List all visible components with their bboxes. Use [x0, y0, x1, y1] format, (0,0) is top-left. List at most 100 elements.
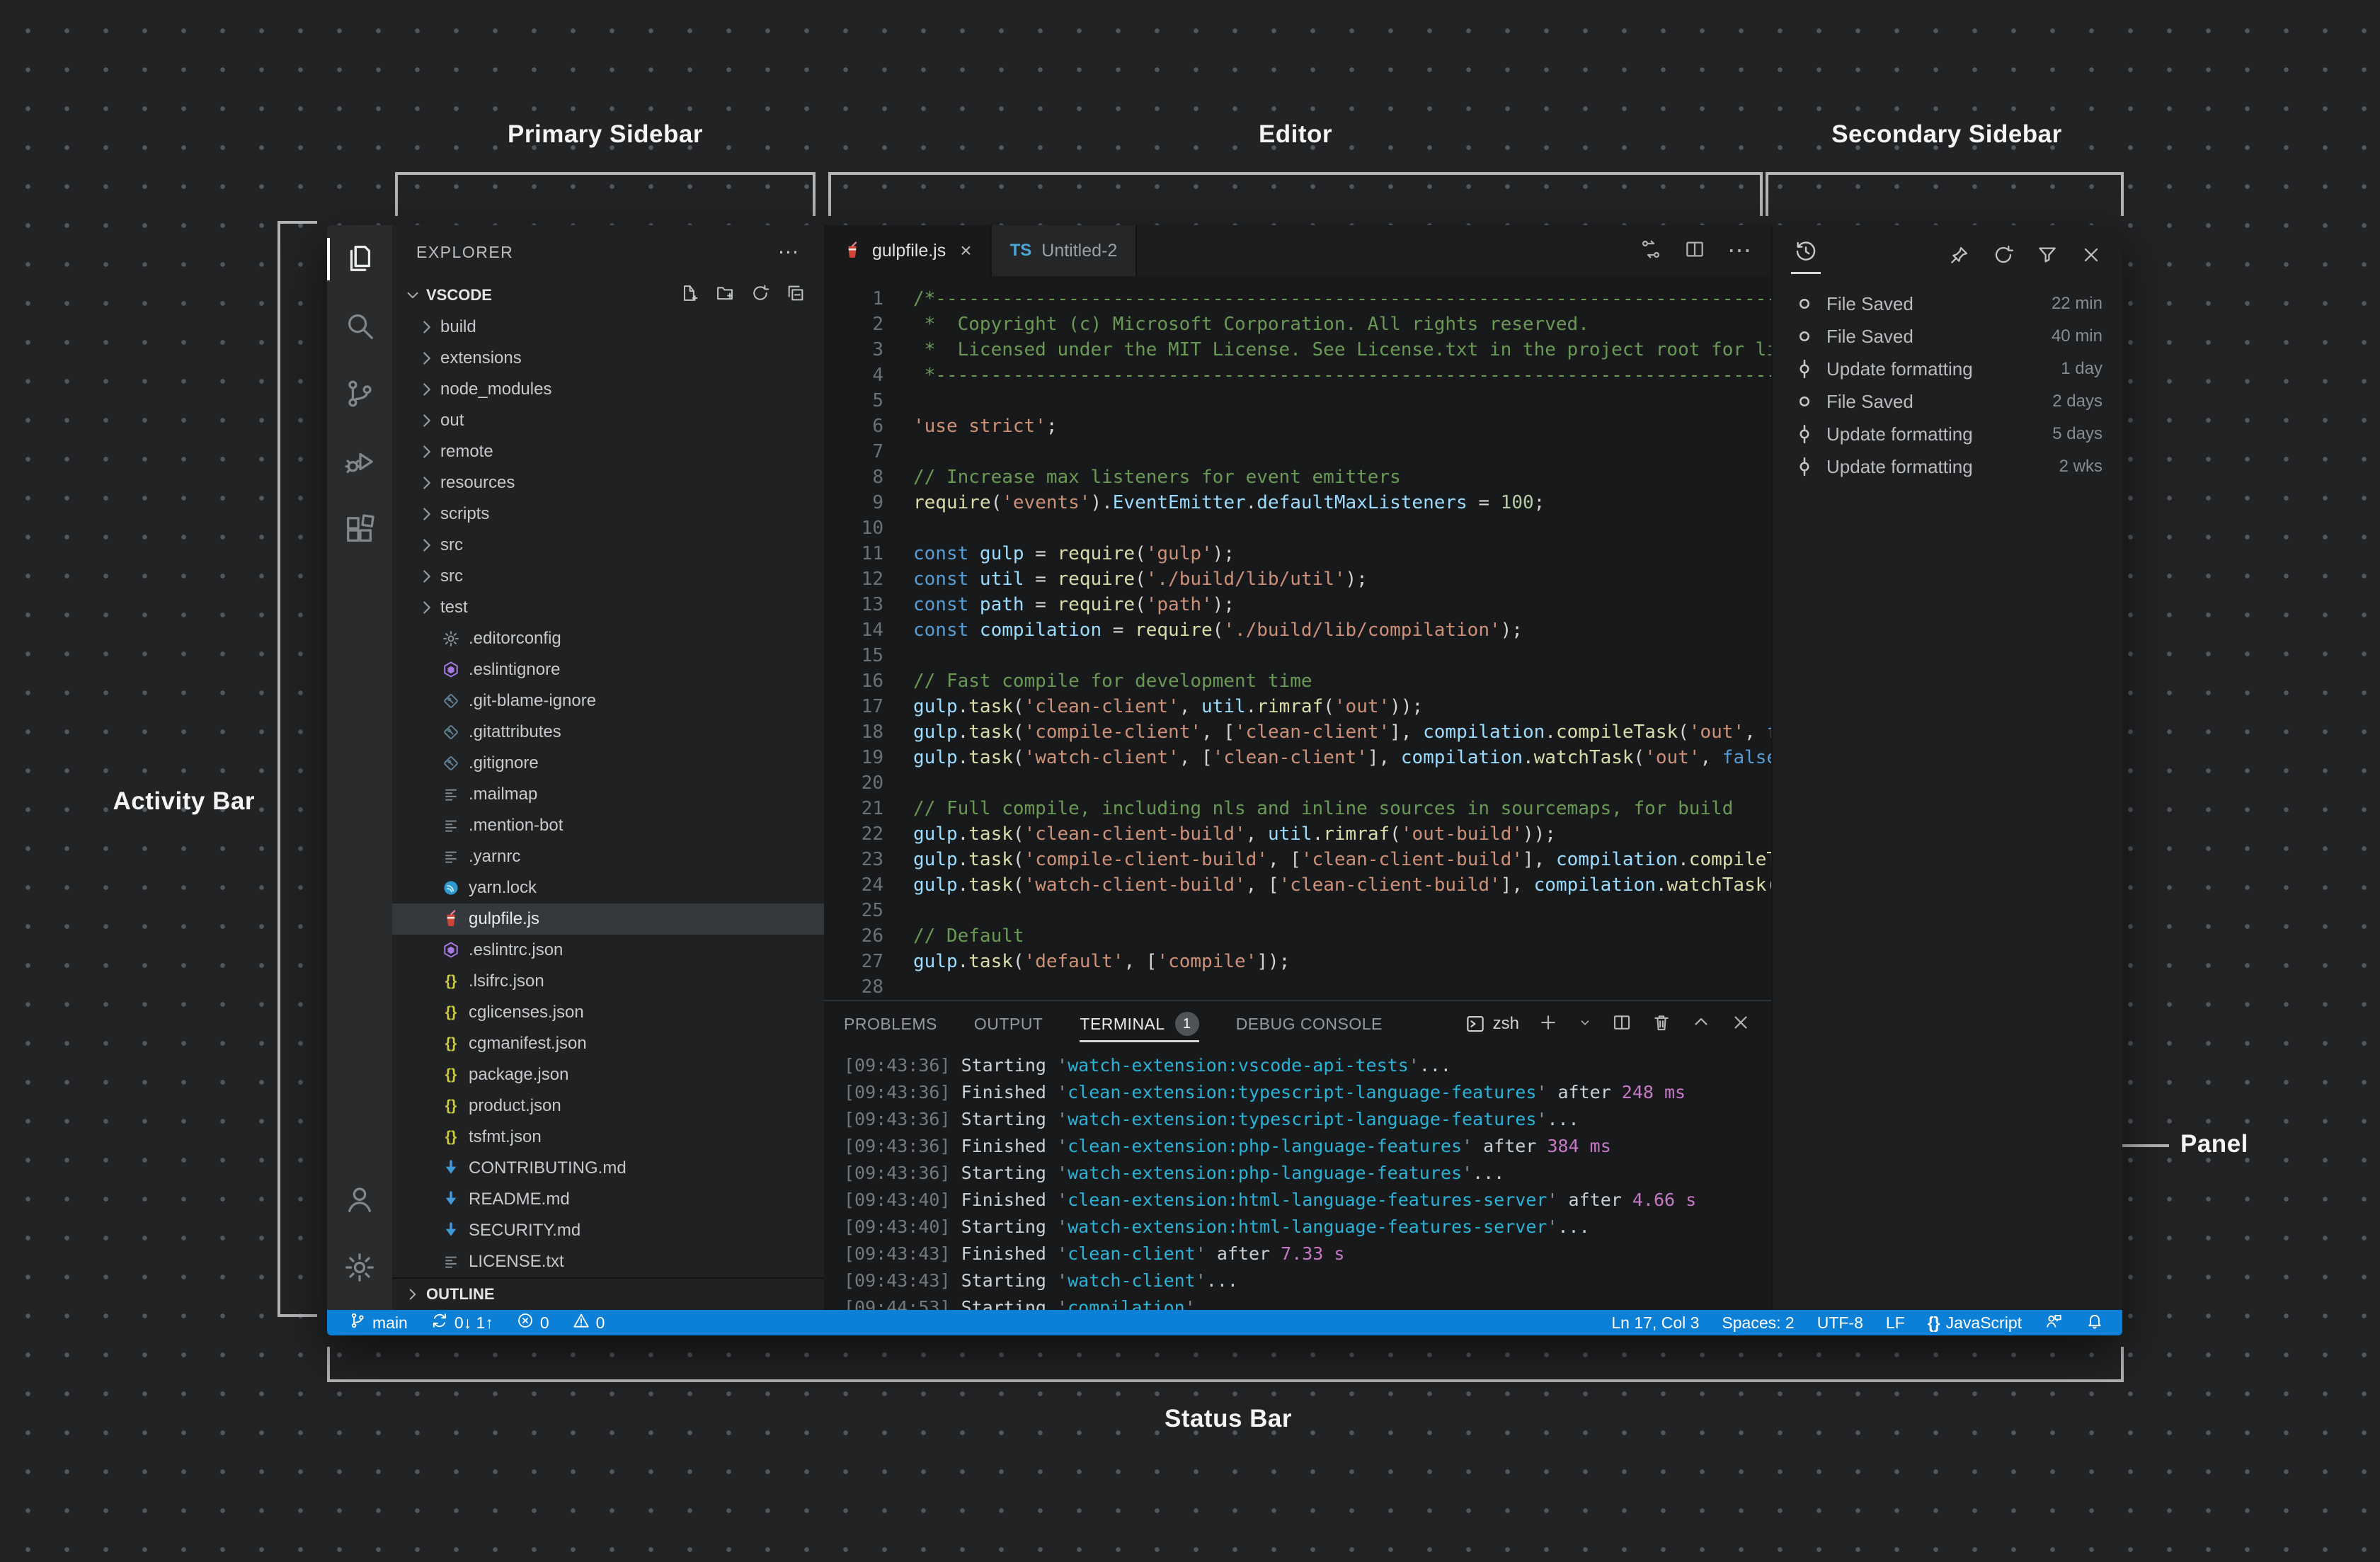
close-panel-icon[interactable]: [1730, 1012, 1751, 1037]
code-editor[interactable]: 1/*-------------------------------------…: [824, 276, 1771, 1000]
timeline-item[interactable]: File Saved 40 min: [1773, 320, 2122, 353]
timeline-item[interactable]: Update formatting 5 days: [1773, 418, 2122, 450]
activity-item-source-control[interactable]: [327, 361, 392, 429]
tree-file-product.json[interactable]: {} product.json: [392, 1090, 824, 1122]
tree-file-CONTRIBUTING.md[interactable]: CONTRIBUTING.md: [392, 1153, 824, 1184]
line-number: 5: [872, 390, 883, 411]
tree-folder-test[interactable]: test: [392, 592, 824, 623]
new-folder-icon[interactable]: [715, 283, 735, 307]
tree-folder-scripts[interactable]: scripts: [392, 498, 824, 530]
tree-folder-build[interactable]: build: [392, 312, 824, 343]
tree-file-.gitignore[interactable]: .gitignore: [392, 748, 824, 779]
label-secondary-sidebar: Secondary Sidebar: [1831, 120, 2062, 148]
tree-file-.gitattributes[interactable]: .gitattributes: [392, 717, 824, 748]
tree-file-.editorconfig[interactable]: .editorconfig: [392, 623, 824, 654]
tree-file-.eslintrc.json[interactable]: .eslintrc.json: [392, 935, 824, 966]
timeline-item[interactable]: File Saved 22 min: [1773, 287, 2122, 320]
close-icon[interactable]: [2080, 244, 2102, 270]
new-terminal-icon[interactable]: [1538, 1012, 1559, 1037]
panel-tab-terminal[interactable]: TERMINAL 1: [1080, 1001, 1199, 1047]
warning-icon: [572, 1311, 590, 1334]
activity-item-explorer[interactable]: [327, 225, 392, 293]
code-line-13: 13 const path = require('path');: [824, 592, 1771, 617]
pin-icon[interactable]: [1948, 244, 1971, 270]
tree-file-README.md[interactable]: README.md: [392, 1184, 824, 1215]
terminal-dropdown-icon[interactable]: [1577, 1015, 1593, 1034]
status-cursor-position[interactable]: Ln 17, Col 3: [1600, 1310, 1710, 1335]
tree-file-.git-blame-ignore[interactable]: .git-blame-ignore: [392, 685, 824, 717]
terminal-line: [09:43:36] Finished 'clean-extension:typ…: [844, 1082, 1686, 1102]
terminal-line: [09:43:43] Starting 'watch-client'...: [844, 1270, 1238, 1291]
filter-icon[interactable]: [2036, 244, 2059, 270]
tree-folder-src[interactable]: src: [392, 561, 824, 592]
terminal-line: [09:43:36] Finished 'clean-extension:php…: [844, 1136, 1611, 1156]
timeline-item[interactable]: File Saved 2 days: [1773, 385, 2122, 418]
status-warnings[interactable]: 0: [561, 1310, 617, 1335]
panel-tab-label: PROBLEMS: [844, 1014, 937, 1033]
tree-file-.mailmap[interactable]: .mailmap: [392, 779, 824, 810]
close-tab-icon[interactable]: ×: [960, 239, 971, 262]
editor-more-actions-icon[interactable]: ⋯: [1727, 236, 1751, 265]
activity-item-settings[interactable]: [327, 1235, 392, 1303]
split-editor-icon[interactable]: [1683, 238, 1706, 264]
status-git-branch[interactable]: main: [337, 1310, 419, 1335]
tree-folder-remote[interactable]: remote: [392, 436, 824, 467]
tree-file-.mention-bot[interactable]: .mention-bot: [392, 810, 824, 841]
status-notifications[interactable]: [2074, 1310, 2115, 1335]
tree-folder-resources[interactable]: resources: [392, 467, 824, 498]
panel-tab-output[interactable]: OUTPUT: [974, 1001, 1043, 1047]
tree-file-.lsifrc.json[interactable]: {} .lsifrc.json: [392, 966, 824, 997]
tab-gulpfile.js[interactable]: gulpfile.js ×: [824, 225, 992, 276]
status-eol[interactable]: LF: [1875, 1310, 1916, 1335]
panel-tab-debug-console[interactable]: DEBUG CONSOLE: [1236, 1001, 1383, 1047]
tree-file-SECURITY.md[interactable]: SECURITY.md: [392, 1215, 824, 1246]
status-feedback[interactable]: [2033, 1310, 2074, 1335]
refresh-icon[interactable]: [750, 283, 770, 307]
shell-selector[interactable]: zsh: [1465, 1013, 1519, 1034]
tree-label: README.md: [469, 1190, 570, 1209]
activity-item-extensions[interactable]: [327, 497, 392, 565]
tree-file-tsfmt.json[interactable]: {} tsfmt.json: [392, 1122, 824, 1153]
tree-file-package.json[interactable]: {} package.json: [392, 1059, 824, 1090]
status-language-mode[interactable]: {} JavaScript: [1916, 1310, 2033, 1335]
primary-sidebar: EXPLORER ⋯ VSCODE build extensions node_mo…: [392, 225, 824, 1310]
md-icon: [440, 1220, 462, 1241]
tree-file-.eslintignore[interactable]: .eslintignore: [392, 654, 824, 685]
split-terminal-icon[interactable]: [1611, 1012, 1632, 1037]
status-errors[interactable]: 0: [505, 1310, 561, 1335]
terminal-output[interactable]: [09:43:36] Starting 'watch-extension:vsc…: [824, 1047, 1771, 1321]
activity-item-search[interactable]: [327, 293, 392, 361]
outline-section[interactable]: OUTLINE: [392, 1277, 824, 1310]
timeline-item[interactable]: Update formatting 1 day: [1773, 353, 2122, 385]
activity-item-run-and-debug[interactable]: [327, 429, 392, 497]
status-indentation[interactable]: Spaces: 2: [1710, 1310, 1805, 1335]
open-changes-icon[interactable]: [1640, 238, 1662, 264]
panel-tab-problems[interactable]: PROBLEMS: [844, 1001, 937, 1047]
explorer-more-actions-icon[interactable]: ⋯: [778, 240, 801, 265]
chevron-right-icon: [416, 535, 437, 556]
collapse-all-icon[interactable]: [786, 283, 806, 307]
explorer-section-vscode[interactable]: VSCODE: [392, 279, 824, 312]
timeline-item[interactable]: Update formatting 2 wks: [1773, 450, 2122, 483]
kill-terminal-icon[interactable]: [1651, 1012, 1672, 1037]
tree-folder-extensions[interactable]: extensions: [392, 343, 824, 374]
editor-tab-bar: gulpfile.js × TS Untitled-2 ⋯: [824, 225, 1771, 276]
status-encoding[interactable]: UTF-8: [1806, 1310, 1875, 1335]
tree-folder-node_modules[interactable]: node_modules: [392, 374, 824, 405]
tree-file-yarn.lock[interactable]: yarn.lock: [392, 872, 824, 903]
tree-file-.yarnrc[interactable]: .yarnrc: [392, 841, 824, 872]
new-file-icon[interactable]: [680, 283, 699, 307]
tree-folder-out[interactable]: out: [392, 405, 824, 436]
tree-file-cgmanifest.json[interactable]: {} cgmanifest.json: [392, 1028, 824, 1059]
activity-item-accounts[interactable]: [327, 1167, 392, 1235]
tree-file-LICENSE.txt[interactable]: LICENSE.txt: [392, 1246, 824, 1277]
status-sync-changes[interactable]: 0↓ 1↑: [419, 1310, 505, 1335]
tree-file-gulpfile.js[interactable]: gulpfile.js: [392, 903, 824, 935]
line-number: 9: [872, 492, 883, 513]
refresh-icon[interactable]: [1992, 244, 2015, 270]
timeline-history-icon[interactable]: [1791, 239, 1821, 274]
maximize-panel-icon[interactable]: [1690, 1012, 1712, 1037]
tree-file-cglicenses.json[interactable]: {} cglicenses.json: [392, 997, 824, 1028]
tree-folder-src[interactable]: src: [392, 530, 824, 561]
tab-Untitled-2[interactable]: TS Untitled-2: [991, 225, 1138, 276]
